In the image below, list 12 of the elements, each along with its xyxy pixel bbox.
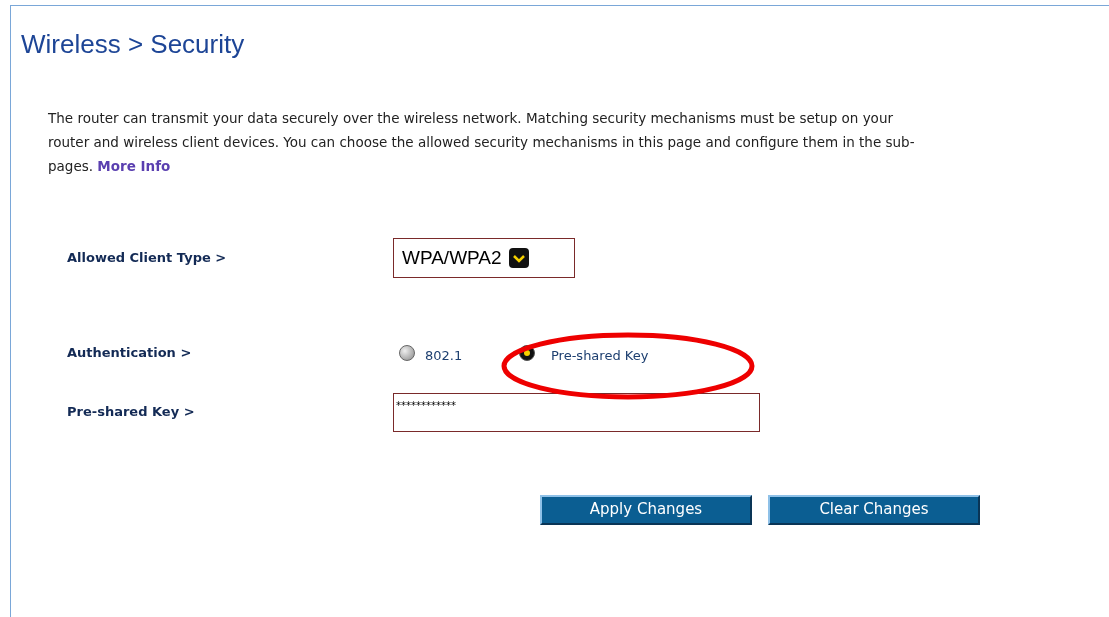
- field-label: Allowed Client Type >: [67, 249, 228, 268]
- field-label: Pre-shared Key >: [67, 403, 196, 422]
- radio-label: 802.1: [425, 347, 463, 365]
- action-button[interactable]: Apply Changes: [540, 494, 752, 525]
- radio-label: Pre-shared Key: [551, 347, 649, 365]
- field-label: Authentication >: [67, 344, 193, 362]
- intro-paragraph: The router can transmit your data securely over the wireless network. Matching security mechanisms must be setup on your router and wireless client devices. You can choose the allowed security mechanisms in this page and configure them in the sub-pages. More Info: [48, 109, 916, 176]
- pre-shared-key-field[interactable]: ************: [393, 392, 760, 432]
- action-button[interactable]: Clear Changes: [768, 494, 980, 525]
- more-info-link[interactable]: More Info: [97, 158, 171, 174]
- page-title: Wireless > Security: [21, 28, 246, 60]
- client-type-dropdown[interactable]: WPA/WPA2: [393, 238, 575, 278]
